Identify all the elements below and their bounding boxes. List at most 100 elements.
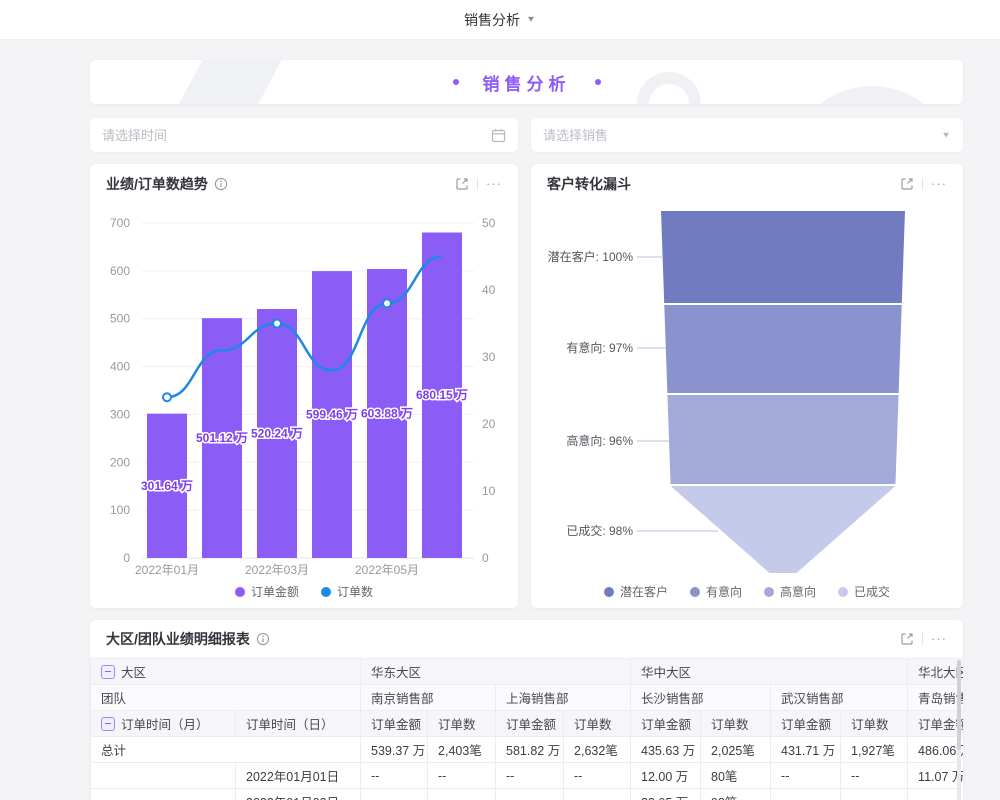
- table-cell: 总计: [91, 737, 361, 763]
- legend-item[interactable]: 有意向: [690, 583, 742, 600]
- collapse-icon[interactable]: [101, 717, 115, 731]
- banner-dot-left: [453, 79, 459, 85]
- expand-icon[interactable]: [900, 177, 914, 191]
- banner-decor-circle: [787, 86, 957, 104]
- right-axis-tick: 30: [482, 350, 496, 364]
- trend-card: 业绩/订单数趋势 ··· 010020030040050060070001020…: [90, 164, 518, 608]
- funnel-segment[interactable]: [661, 211, 905, 303]
- table-cell: 80笔: [701, 763, 771, 789]
- funnel-segment[interactable]: [664, 305, 901, 393]
- banner-decor-wedge: [166, 60, 284, 104]
- banner-dot-right: [595, 79, 601, 85]
- table-cell: [428, 789, 496, 800]
- sales-filter-input[interactable]: [543, 128, 941, 143]
- legend-dot-icon: [604, 587, 614, 597]
- table-cell: 2,403笔: [428, 737, 496, 763]
- collapse-icon[interactable]: [101, 665, 115, 679]
- report-table-card: 大区/团队业绩明细报表 ··· 大区华东大区华中大区华北大区团队南京销售部上海销…: [90, 620, 963, 800]
- sales-filter[interactable]: ▼: [531, 118, 963, 152]
- top-bar: 销售分析 ▼: [0, 0, 1000, 40]
- table-cell: 431.71 万: [771, 737, 841, 763]
- line-marker[interactable]: [163, 393, 171, 401]
- table-cell: 华北大区: [908, 659, 963, 685]
- left-axis-tick: 600: [110, 264, 130, 278]
- table-scrollbar-thumb[interactable]: [957, 660, 961, 750]
- table-cell: 青岛销售部: [908, 685, 963, 711]
- funnel-stage-label: 已成交: 98%: [566, 523, 633, 538]
- divider: [922, 178, 923, 190]
- left-axis-tick: 700: [110, 216, 130, 230]
- table-cell: 2022年01月01日: [236, 763, 361, 789]
- app-title-dropdown[interactable]: 销售分析 ▼: [464, 10, 536, 30]
- legend-dot-icon: [764, 587, 774, 597]
- chevron-down-icon[interactable]: ▼: [941, 131, 951, 140]
- table-cell: 华中大区: [631, 659, 908, 685]
- funnel-segment[interactable]: [667, 395, 898, 484]
- right-axis-tick: 20: [482, 417, 496, 431]
- calendar-icon[interactable]: [491, 128, 506, 143]
- table-cell: 订单金额: [361, 711, 428, 737]
- funnel-chart: 潜在客户: 100%有意向: 97%高意向: 96%已成交: 98%: [531, 204, 963, 579]
- table-cell: 订单金额: [631, 711, 701, 737]
- right-axis-tick: 0: [482, 551, 489, 565]
- funnel-stage-label: 潜在客户: 100%: [548, 249, 634, 264]
- expand-icon[interactable]: [455, 177, 469, 191]
- table-cell: --: [361, 763, 428, 789]
- table-scrollbar[interactable]: [957, 660, 961, 800]
- line-marker[interactable]: [273, 320, 281, 328]
- funnel-card-title: 客户转化漏斗: [547, 174, 631, 194]
- bar-label: 599.46 万: [306, 408, 358, 422]
- bar-label: 301.64 万: [141, 479, 193, 493]
- legend-dot-icon: [321, 587, 331, 597]
- left-axis-tick: 300: [110, 407, 130, 421]
- table-cell: 2022年01月02日: [236, 789, 361, 800]
- banner-decor-ring: [637, 72, 701, 104]
- funnel-card: 客户转化漏斗 ··· 潜在客户: 100%有意向: 97%高意向: 96%已成交…: [531, 164, 963, 608]
- table-cell: [361, 789, 428, 800]
- legend-item[interactable]: 订单数: [321, 583, 373, 600]
- bar-label: 603.88 万: [361, 407, 413, 421]
- right-axis-tick: 40: [482, 283, 496, 297]
- table-cell: 12.00 万: [631, 763, 701, 789]
- table-cell: --: [564, 763, 631, 789]
- divider: [922, 633, 923, 645]
- table-cell: 武汉销售部: [771, 685, 908, 711]
- info-icon[interactable]: [256, 632, 270, 646]
- table-cell: [91, 789, 236, 800]
- more-icon[interactable]: ···: [931, 180, 947, 188]
- left-axis-tick: 400: [110, 360, 130, 374]
- table-cell: 98笔: [701, 789, 771, 800]
- table-row: 总计539.37 万2,403笔581.82 万2,632笔435.63 万2,…: [91, 737, 964, 763]
- more-icon[interactable]: ···: [486, 180, 502, 188]
- info-icon[interactable]: [214, 177, 228, 191]
- table-cell: 订单数: [428, 711, 496, 737]
- bar-label: 520.24 万: [251, 427, 303, 441]
- expand-icon[interactable]: [900, 632, 914, 646]
- line-marker[interactable]: [383, 299, 391, 307]
- table-header-row: 订单时间（月）订单时间（日）订单金额订单数订单金额订单数订单金额订单数订单金额订…: [91, 711, 964, 737]
- trend-card-title: 业绩/订单数趋势: [106, 174, 208, 194]
- table-cell: [496, 789, 564, 800]
- table-cell: [91, 763, 236, 789]
- table-cell: --: [841, 763, 908, 789]
- legend-item[interactable]: 订单金额: [235, 583, 299, 600]
- table-cell: 539.37 万: [361, 737, 428, 763]
- legend-item[interactable]: 高意向: [764, 583, 816, 600]
- table-cell: 订单金额: [771, 711, 841, 737]
- table-cell: --: [771, 763, 841, 789]
- more-icon[interactable]: ···: [931, 635, 947, 643]
- legend-item[interactable]: 潜在客户: [604, 583, 668, 600]
- bar-label: 501.12 万: [196, 431, 248, 445]
- app-title: 销售分析: [464, 10, 520, 30]
- time-filter[interactable]: [90, 118, 518, 152]
- time-filter-input[interactable]: [102, 128, 491, 143]
- table-cell: 长沙销售部: [631, 685, 771, 711]
- table-header-row: 大区华东大区华中大区华北大区: [91, 659, 964, 685]
- table-cell: 订单数: [701, 711, 771, 737]
- table-cell: 上海销售部: [496, 685, 631, 711]
- funnel-stage-label: 高意向: 96%: [566, 433, 633, 448]
- funnel-segment[interactable]: [671, 486, 896, 573]
- report-table: 大区华东大区华中大区华北大区团队南京销售部上海销售部长沙销售部武汉销售部青岛销售…: [90, 658, 963, 800]
- banner: 销售分析: [90, 60, 963, 104]
- legend-item[interactable]: 已成交: [838, 583, 890, 600]
